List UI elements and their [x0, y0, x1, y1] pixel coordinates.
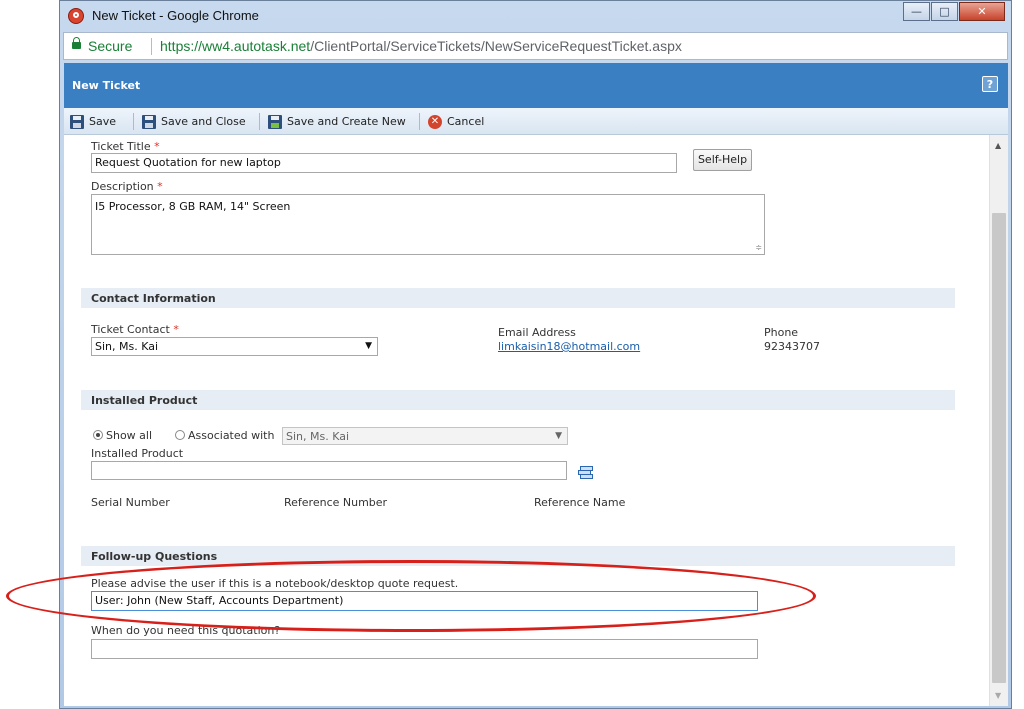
- ticket-contact-label-text: Ticket Contact: [91, 323, 170, 336]
- save-close-label: Save and Close: [161, 115, 246, 128]
- ticket-title-input[interactable]: Request Quotation for new laptop: [91, 153, 677, 173]
- page-title: New Ticket: [72, 79, 141, 92]
- ticket-contact-label: Ticket Contact *: [91, 323, 179, 336]
- ticket-form: Ticket Title * Request Quotation for new…: [64, 135, 989, 706]
- ticket-title-label-text: Ticket Title: [91, 140, 151, 153]
- save-icon: [70, 114, 84, 129]
- save-new-label: Save and Create New: [287, 115, 406, 128]
- associated-contact-select[interactable]: Sin, Ms. Kai ▼: [282, 427, 568, 445]
- address-bar[interactable]: Secure https://ww4.autotask.net/ClientPo…: [63, 32, 1008, 60]
- close-window-button[interactable]: ✕: [959, 2, 1005, 21]
- app-header: New Ticket ?: [64, 63, 1008, 108]
- associated-with-label: Associated with: [188, 429, 275, 442]
- required-mark: *: [157, 180, 163, 193]
- ticket-contact-select[interactable]: Sin, Ms. Kai ▼: [91, 337, 378, 356]
- ticket-title-label: Ticket Title *: [91, 140, 160, 153]
- save-and-create-new-button[interactable]: Save and Create New: [268, 113, 406, 130]
- cancel-label: Cancel: [447, 115, 485, 128]
- section-title: Installed Product: [91, 394, 198, 407]
- ticket-contact-value: Sin, Ms. Kai: [95, 340, 159, 353]
- follow-up-question-2-label: When do you need this quotation?: [91, 624, 281, 637]
- chevron-down-icon: ▼: [555, 431, 562, 441]
- follow-up-question-2-input[interactable]: [91, 639, 758, 659]
- resize-grip-icon[interactable]: ≑: [755, 243, 762, 252]
- required-mark: *: [173, 323, 179, 336]
- lookup-icon[interactable]: [578, 466, 594, 480]
- window-controls: — □ ✕: [902, 2, 1005, 21]
- email-link[interactable]: limkaisin18@hotmail.com: [498, 340, 640, 353]
- url-text[interactable]: https://ww4.autotask.net/ClientPortal/Se…: [160, 38, 682, 54]
- show-all-label: Show all: [106, 429, 153, 442]
- description-label: Description *: [91, 180, 163, 193]
- scroll-down-icon[interactable]: ▼: [995, 691, 1001, 700]
- save-label: Save: [89, 115, 117, 128]
- reference-number-label: Reference Number: [284, 496, 388, 509]
- installed-product-input[interactable]: [91, 461, 567, 480]
- self-help-button[interactable]: Self-Help: [693, 149, 752, 171]
- url-path: /ClientPortal/ServiceTickets/NewServiceR…: [310, 38, 682, 54]
- help-icon[interactable]: ?: [982, 76, 998, 92]
- description-textarea[interactable]: I5 Processor, 8 GB RAM, 14" Screen ≑: [91, 194, 765, 255]
- save-new-icon: [268, 114, 282, 129]
- toolbar: Save Save and Close Save and Create New …: [64, 108, 1008, 135]
- toolbar-divider: [419, 113, 420, 130]
- lock-icon: [72, 37, 81, 49]
- scroll-up-icon[interactable]: ▲: [995, 141, 1001, 150]
- section-title: Contact Information: [91, 292, 216, 305]
- toolbar-divider: [259, 113, 260, 130]
- phone-value: 92343707: [764, 340, 820, 353]
- title-bar: New Ticket - Google Chrome — □ ✕: [60, 1, 1011, 31]
- description-text: I5 Processor, 8 GB RAM, 14" Screen: [95, 200, 291, 213]
- serial-number-label: Serial Number: [91, 496, 170, 509]
- window-title: New Ticket - Google Chrome: [92, 8, 259, 23]
- toolbar-divider: [133, 113, 134, 130]
- radio-selected-icon: [93, 430, 103, 440]
- follow-up-question-1-label: Please advise the user if this is a note…: [91, 577, 459, 590]
- required-mark: *: [154, 140, 160, 153]
- secure-label: Secure: [88, 38, 133, 54]
- follow-up-question-1-input[interactable]: User: John (New Staff, Accounts Departme…: [91, 591, 758, 611]
- page: New Ticket ? Save Save and Close Save an…: [64, 63, 1008, 706]
- minimize-button[interactable]: —: [903, 2, 930, 21]
- address-divider: [151, 38, 152, 55]
- maximize-button[interactable]: □: [931, 2, 958, 21]
- section-title: Follow-up Questions: [91, 550, 218, 563]
- email-label: Email Address: [498, 326, 576, 339]
- browser-window: New Ticket - Google Chrome — □ ✕ Secure …: [59, 0, 1012, 709]
- cancel-icon: ✕: [428, 114, 442, 129]
- follow-up-questions-section: Follow-up Questions: [81, 546, 955, 566]
- autotask-app-icon: [68, 8, 84, 24]
- installed-product-section: Installed Product: [81, 390, 955, 410]
- phone-label: Phone: [764, 326, 799, 339]
- installed-product-label: Installed Product: [91, 447, 184, 460]
- cancel-button[interactable]: ✕ Cancel: [428, 113, 484, 130]
- contact-information-section: Contact Information: [81, 288, 955, 308]
- chevron-down-icon: ▼: [365, 341, 372, 351]
- show-all-radio[interactable]: Show all: [93, 429, 152, 442]
- scroll-thumb[interactable]: [992, 213, 1006, 683]
- url-host: https://ww4.autotask.net: [160, 38, 311, 54]
- save-button[interactable]: Save: [70, 113, 116, 130]
- vertical-scrollbar[interactable]: ▲ ▼: [989, 135, 1008, 706]
- description-label-text: Description: [91, 180, 154, 193]
- associated-contact-value: Sin, Ms. Kai: [286, 430, 350, 443]
- radio-unselected-icon: [175, 430, 185, 440]
- associated-with-radio[interactable]: Associated with: [175, 429, 274, 442]
- reference-name-label: Reference Name: [534, 496, 626, 509]
- save-close-icon: [142, 114, 156, 129]
- save-and-close-button[interactable]: Save and Close: [142, 113, 246, 130]
